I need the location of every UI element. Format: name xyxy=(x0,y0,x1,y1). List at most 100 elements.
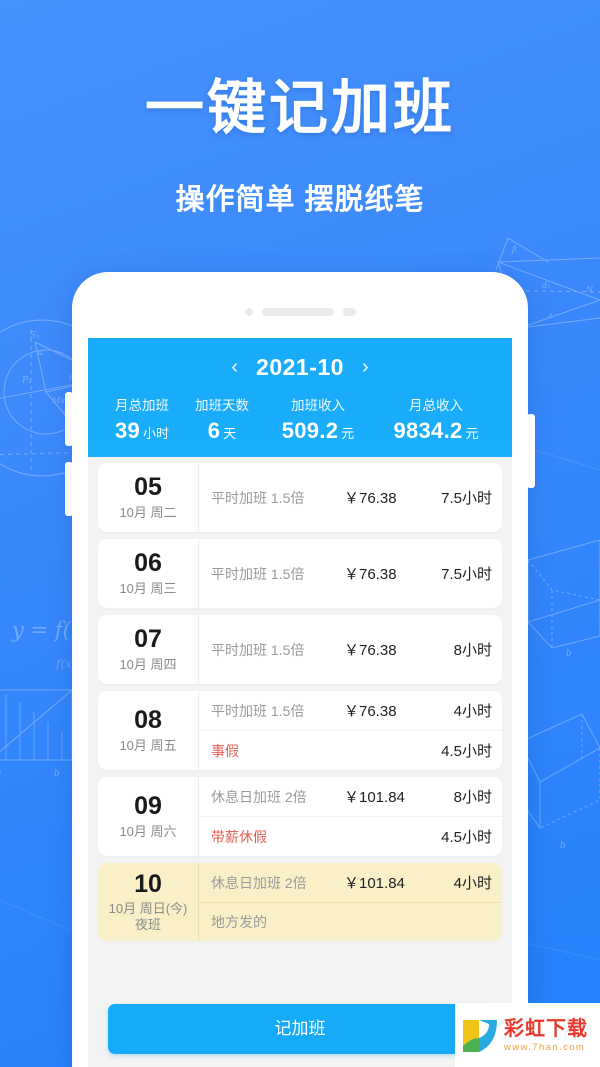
record-date-cell: 06 10月 周三 xyxy=(98,539,198,608)
promo-title: 一键记加班 xyxy=(144,75,455,141)
month-navigator: ‹ 2021-10 › xyxy=(88,348,512,386)
record-date-weekday: 10月 周二 xyxy=(119,504,177,520)
entry-type-label: 平时加班 1.5倍 xyxy=(211,702,305,719)
entry-type-label: 平时加班 1.5倍 xyxy=(211,565,305,582)
stat-overtime-income: 加班收入 509.2 元 xyxy=(262,394,374,444)
record-entry[interactable]: 地方发的 xyxy=(199,902,502,941)
entry-hours: 4小时 xyxy=(453,875,492,892)
record-date-cell: 10 10月 周日(今) 夜班 xyxy=(98,863,198,941)
record-entry[interactable]: 休息日加班 2倍 ￥101.84 8小时 xyxy=(199,777,502,816)
stat-total-overtime: 月总加班 39 小时 xyxy=(96,394,182,444)
record-entries: 平时加班 1.5倍 ￥76.38 4小时事假 4.5小时 xyxy=(198,691,502,770)
record-row[interactable]: 08 10月 周五 平时加班 1.5倍 ￥76.38 4小时事假 4.5小时 xyxy=(98,691,502,770)
cta-container: 记加班 xyxy=(88,990,512,1067)
entry-amount: ￥101.84 xyxy=(344,875,405,892)
record-entries: 休息日加班 2倍 ￥101.84 8小时 带薪休假 4.5小时 xyxy=(198,777,502,856)
overtime-record-list[interactable]: 05 10月 周二 平时加班 1.5倍 ￥76.38 7.5小时 06 10月 周三 平时加班… xyxy=(88,457,512,941)
record-entries: 休息日加班 2倍 ￥101.84 4小时地方发的 xyxy=(198,863,502,941)
entry-hours: 4.5小时 xyxy=(441,743,492,760)
entry-hours: 8小时 xyxy=(453,642,492,659)
record-overtime-button[interactable]: 记加班 xyxy=(108,1004,492,1054)
entry-hours: 4.5小时 xyxy=(441,829,492,846)
record-day-number: 10 xyxy=(134,869,162,898)
stat-number: 509.2 xyxy=(281,418,339,443)
phone-mockup: ‹ 2021-10 › 月总加班 39 小时 加班天数 6天 加班收入 509.… xyxy=(65,272,535,1067)
entry-type-label: 平时加班 1.5倍 xyxy=(211,641,305,658)
record-row[interactable]: 10 10月 周日(今) 夜班 休息日加班 2倍 ￥101.84 4小时地方发的 xyxy=(98,863,502,941)
entry-amount: ￥76.38 xyxy=(344,566,397,583)
monthly-stats: 月总加班 39 小时 加班天数 6天 加班收入 509.2 元 月总收入 983… xyxy=(88,386,512,444)
stat-value: 39 小时 xyxy=(102,418,182,444)
entry-amount: ￥76.38 xyxy=(344,703,397,720)
record-date-weekday: 10月 周四 xyxy=(119,656,177,672)
entry-type-label: 休息日加班 2倍 xyxy=(211,874,307,891)
power-button xyxy=(527,414,535,488)
stat-number: 39 xyxy=(114,418,141,443)
entry-hours: 4小时 xyxy=(453,703,492,720)
record-shift-label: 夜班 xyxy=(134,917,161,933)
entry-type-label: 事假 xyxy=(211,742,239,759)
app-header: ‹ 2021-10 › 月总加班 39 小时 加班天数 6天 加班收入 509.… xyxy=(88,338,512,457)
record-entries: 平时加班 1.5倍 ￥76.38 7.5小时 xyxy=(198,539,502,608)
record-date-weekday: 10月 周五 xyxy=(119,737,177,753)
svg-text:b: b xyxy=(54,769,60,779)
svg-text:d₁: d₁ xyxy=(542,281,550,290)
record-row[interactable]: 07 10月 周四 平时加班 1.5倍 ￥76.38 8小时 xyxy=(98,615,502,684)
app-screen: ‹ 2021-10 › 月总加班 39 小时 加班天数 6天 加班收入 509.… xyxy=(88,338,512,1067)
volume-down-button xyxy=(65,462,73,516)
stat-number: 9834.2 xyxy=(393,418,463,443)
record-entry[interactable]: 平时加班 1.5倍 ￥76.38 8小时 xyxy=(199,630,502,669)
record-date-cell: 07 10月 周四 xyxy=(98,615,198,684)
svg-text:α: α xyxy=(38,348,44,357)
svg-text:b: b xyxy=(560,841,566,851)
entry-type-label: 地方发的 xyxy=(211,914,267,930)
stat-unit: 元 xyxy=(465,426,479,441)
svg-text:N: N xyxy=(585,285,594,294)
next-month-button[interactable]: › xyxy=(360,357,371,377)
entry-hours: 8小时 xyxy=(453,789,492,806)
svg-text:a: a xyxy=(548,311,553,320)
entry-type-label: 平时加班 1.5倍 xyxy=(211,489,305,506)
proximity-sensor xyxy=(342,308,356,316)
record-entry[interactable]: 休息日加班 2倍 ￥101.84 4小时 xyxy=(199,863,502,902)
svg-text:M𝑥: M𝑥 xyxy=(51,396,65,405)
record-entry[interactable]: 平时加班 1.5倍 ￥76.38 7.5小时 xyxy=(199,554,502,593)
stat-number: 6 xyxy=(207,418,221,443)
stat-value: 6天 xyxy=(182,418,262,444)
stat-value: 9834.2 元 xyxy=(374,418,498,444)
record-entries: 平时加班 1.5倍 ￥76.38 8小时 xyxy=(198,615,502,684)
record-row[interactable]: 09 10月 周六 休息日加班 2倍 ￥101.84 8小时 带薪休假 4.5小时 xyxy=(98,777,502,856)
stat-unit: 天 xyxy=(223,426,237,441)
record-date-weekday: 10月 周三 xyxy=(119,580,177,596)
record-row[interactable]: 05 10月 周二 平时加班 1.5倍 ￥76.38 7.5小时 xyxy=(98,463,502,532)
stat-label: 月总收入 xyxy=(409,398,463,413)
record-entry[interactable]: 带薪休假 4.5小时 xyxy=(199,816,502,856)
record-row[interactable]: 06 10月 周三 平时加班 1.5倍 ￥76.38 7.5小时 xyxy=(98,539,502,608)
record-entry[interactable]: 平时加班 1.5倍 ￥76.38 4小时 xyxy=(199,691,502,730)
stat-label: 月总加班 xyxy=(115,398,169,413)
record-entry[interactable]: 平时加班 1.5倍 ￥76.38 7.5小时 xyxy=(199,478,502,517)
watermark-text: 彩虹下载 www.7han.com xyxy=(504,1018,588,1053)
watermark-logo-icon xyxy=(459,1014,501,1056)
record-date-cell: 08 10月 周五 xyxy=(98,691,198,770)
promo-banner: S₁ P₂ M𝑥 γ α y = f(x) f(x) b a β d₁ N a xyxy=(0,0,600,1067)
stat-value: 509.2 元 xyxy=(262,418,374,444)
record-entry[interactable]: 事假 4.5小时 xyxy=(199,730,502,770)
earpiece-speaker xyxy=(261,308,334,316)
entry-amount: ￥101.84 xyxy=(344,789,405,806)
svg-text:b: b xyxy=(566,649,572,659)
prev-month-button[interactable]: ‹ xyxy=(229,357,240,377)
watermark-brand: 彩虹下载 xyxy=(504,1017,588,1040)
phone-notch xyxy=(72,306,528,318)
svg-text:β: β xyxy=(511,245,517,254)
stat-label: 加班天数 xyxy=(195,398,249,413)
record-date-cell: 09 10月 周六 xyxy=(98,777,198,856)
promo-subtitle: 操作简单 摆脱纸笔 xyxy=(175,183,425,216)
stat-unit: 小时 xyxy=(143,426,170,441)
stat-label: 加班收入 xyxy=(291,398,345,413)
stat-total-income: 月总收入 9834.2 元 xyxy=(374,394,498,444)
entry-hours: 7.5小时 xyxy=(441,566,492,583)
record-day-number: 07 xyxy=(134,625,162,654)
entry-amount: ￥76.38 xyxy=(344,642,397,659)
entry-type-label: 带薪休假 xyxy=(211,828,267,845)
